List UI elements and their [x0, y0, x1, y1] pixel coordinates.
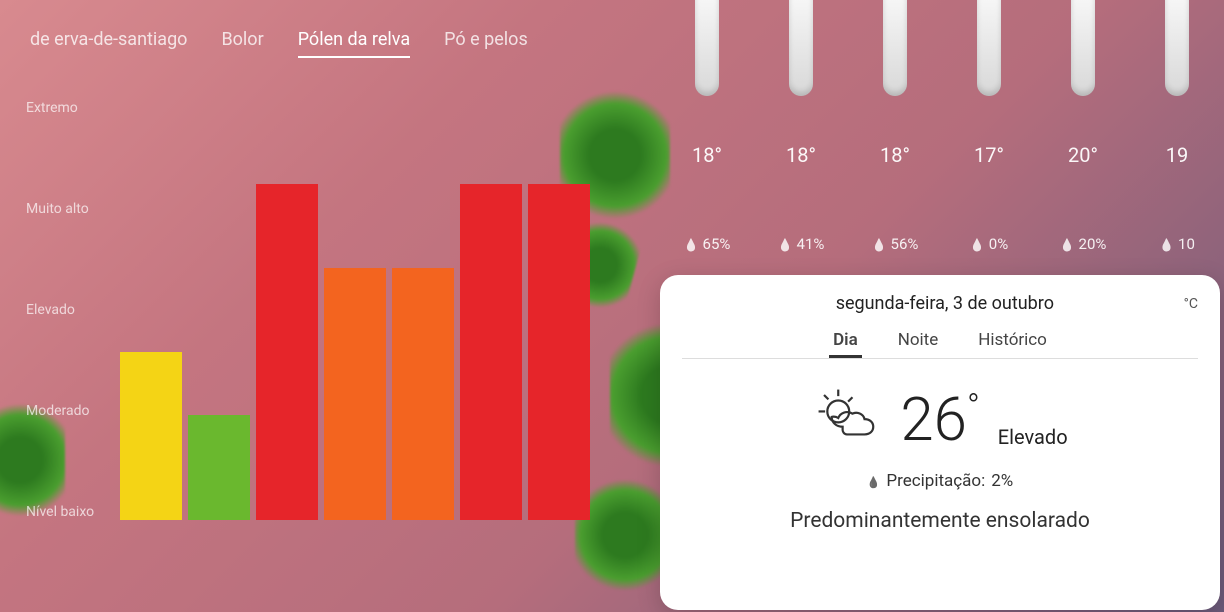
forecast-column[interactable]: 17° 0%	[942, 0, 1036, 270]
forecast-low: 20°	[1068, 143, 1098, 167]
day-detail-card: segunda-feira, 3 de outubro °C Dia Noite H…	[660, 275, 1220, 610]
forecast-low: 19	[1166, 143, 1188, 167]
chart-y-label: Extremo	[20, 100, 115, 116]
detail-temperature: 26°	[900, 390, 979, 450]
chart-bar[interactable]	[256, 184, 318, 520]
chart-y-axis-labels: Extremo Muito alto Elevado Moderado Nível ba…	[20, 100, 115, 520]
divider	[682, 358, 1198, 359]
drop-icon	[684, 235, 699, 253]
pollen-tab[interactable]: de erva-de-santiago	[30, 29, 187, 60]
detail-tab[interactable]: Noite	[898, 330, 939, 358]
chart-bars	[120, 100, 590, 520]
drop-icon	[1159, 235, 1174, 253]
forecast-low: 17°	[974, 143, 1004, 167]
uv-level: Elevado	[998, 425, 1068, 449]
forecast-low: 18°	[786, 143, 816, 167]
chart-y-label: Moderado	[20, 403, 115, 419]
temp-range-pill	[977, 0, 1001, 96]
chart-y-label: Nível baixo	[20, 504, 115, 520]
detail-precipitation: Precipitação: 2%	[867, 471, 1014, 491]
chart-bar[interactable]	[460, 184, 522, 520]
temp-range-pill	[789, 0, 813, 96]
temp-range-pill	[1071, 0, 1095, 96]
forecast-column[interactable]: 18° 56%	[848, 0, 942, 270]
forecast-column[interactable]: 18° 65%	[660, 0, 754, 270]
detail-tab-bar: Dia Noite Histórico	[682, 330, 1198, 358]
forecast-column[interactable]: 1910	[1130, 0, 1224, 270]
forecast-low: 18°	[692, 143, 722, 167]
temp-range-pill	[1165, 0, 1189, 96]
forecast-precip: 20%	[1060, 235, 1107, 253]
forecast-column[interactable]: 18° 41%	[754, 0, 848, 270]
pollen-tab[interactable]: Pólen da relva	[298, 29, 410, 60]
detail-date: segunda-feira, 3 de outubro	[706, 293, 1184, 314]
forecast-column[interactable]: 2420°20%	[1036, 0, 1130, 270]
detail-tab[interactable]: Dia	[833, 330, 858, 358]
drop-icon	[872, 235, 887, 253]
forecast-precip: 41%	[778, 235, 825, 253]
forecast-strip: 18°65%18°41%18°56%17°0%2420°20%1910	[660, 0, 1224, 270]
pollen-chart-area: Extremo Muito alto Elevado Moderado Nível ba…	[20, 100, 600, 580]
temp-range-pill	[883, 0, 907, 96]
chart-bar[interactable]	[324, 268, 386, 520]
detail-summary: Predominantemente ensolarado	[790, 509, 1090, 533]
pollen-tab-bar: de erva-de-santiago Bolor Pólen da relva Pó…	[20, 0, 600, 60]
forecast-precip: 65%	[684, 235, 731, 253]
pollen-tab[interactable]: Pó e pelos	[444, 29, 528, 60]
forecast-precip: 10	[1159, 235, 1195, 253]
chart-y-label: Elevado	[20, 302, 115, 318]
pollen-chart-panel: de erva-de-santiago Bolor Pólen da relva Pó…	[20, 0, 600, 600]
temperature-unit[interactable]: °C	[1184, 296, 1198, 312]
chart-y-label: Muito alto	[20, 201, 115, 217]
drop-icon	[867, 471, 881, 491]
drop-icon	[1060, 235, 1075, 253]
temp-range-pill	[695, 0, 719, 96]
partly-sunny-icon	[812, 383, 882, 457]
forecast-low: 18°	[880, 143, 910, 167]
forecast-precip: 0%	[970, 235, 1008, 253]
chart-bar[interactable]	[528, 184, 590, 520]
detail-tab[interactable]: Histórico	[978, 330, 1047, 358]
drop-icon	[970, 235, 985, 253]
chart-bar[interactable]	[392, 268, 454, 520]
chart-bar[interactable]	[120, 352, 182, 520]
forecast-precip: 56%	[872, 235, 919, 253]
drop-icon	[778, 235, 793, 253]
chart-bar[interactable]	[188, 415, 250, 520]
pollen-tab[interactable]: Bolor	[221, 29, 263, 60]
